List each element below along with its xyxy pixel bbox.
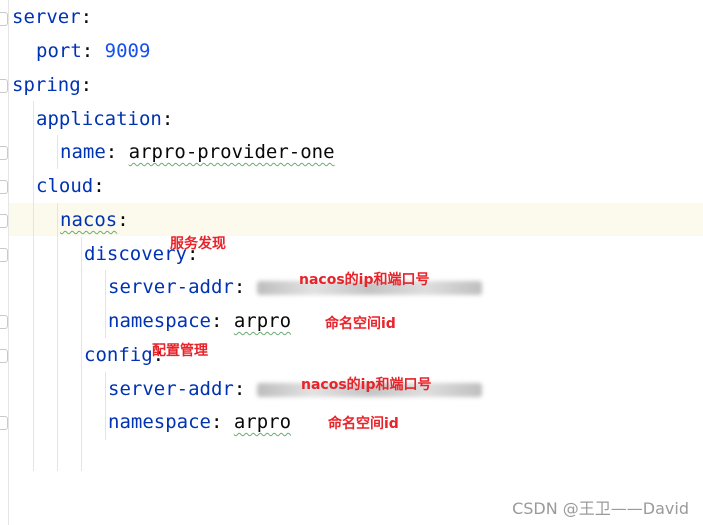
yaml-colon: :: [233, 276, 257, 298]
code-line[interactable]: server:: [12, 1, 92, 34]
yaml-colon: :: [210, 411, 234, 433]
fold-marker-discovery[interactable]: [0, 248, 8, 262]
yaml-key: server: [12, 6, 81, 28]
code-line[interactable]: nacos:: [60, 204, 129, 237]
yaml-colon: :: [161, 108, 174, 130]
watermark: CSDN @王卫——David: [512, 499, 689, 518]
yaml-key: namespace: [108, 411, 211, 433]
yaml-key: server-addr: [108, 276, 234, 298]
yaml-colon: :: [80, 6, 93, 28]
indent-guide: [57, 203, 58, 471]
annotation-nacos-ip-port: nacos的ip和端口号: [301, 377, 432, 393]
yaml-key: server-addr: [108, 378, 234, 400]
code-line[interactable]: name: arpro-provider-one: [60, 136, 335, 169]
yaml-value: 9009: [104, 40, 151, 62]
yaml-key: spring: [12, 74, 81, 96]
fold-marker-server[interactable]: [0, 12, 8, 26]
yaml-key: namespace: [108, 310, 211, 332]
annotation-namespace-id: 命名空间id: [328, 416, 399, 432]
yaml-key: name: [60, 141, 106, 163]
fold-marker-config-end[interactable]: [0, 416, 8, 430]
code-line[interactable]: port: 9009: [36, 35, 150, 68]
yaml-key: config: [84, 344, 153, 366]
yaml-colon: :: [117, 209, 129, 231]
code-line[interactable]: application:: [36, 103, 173, 136]
code-line[interactable]: cloud:: [36, 170, 105, 203]
yaml-key: cloud: [36, 175, 94, 197]
fold-marker-config[interactable]: [0, 349, 8, 363]
fold-marker-cloud[interactable]: [0, 180, 8, 194]
code-line[interactable]: namespace: arpro: [108, 305, 291, 338]
fold-marker-discovery-end[interactable]: [0, 315, 8, 329]
yaml-key: nacos: [60, 209, 118, 231]
indent-guide: [81, 237, 82, 471]
yaml-value: arpro-provider-one: [128, 141, 335, 163]
indent-guide: [105, 270, 106, 338]
yaml-colon: :: [80, 74, 93, 96]
yaml-colon: :: [93, 175, 105, 197]
fold-marker-nacos[interactable]: [0, 214, 8, 228]
yaml-value: arpro: [233, 411, 292, 433]
annotation-nacos-ip-port: nacos的ip和端口号: [299, 272, 430, 288]
indent-guide: [57, 135, 58, 169]
fold-marker-spring[interactable]: [0, 79, 8, 93]
yaml-value: arpro: [233, 310, 292, 332]
code-line[interactable]: namespace: arpro: [108, 406, 291, 439]
yaml-key: port: [36, 40, 82, 62]
yaml-key: application: [36, 108, 162, 130]
fold-marker-application[interactable]: [0, 146, 8, 160]
code-line[interactable]: spring:: [12, 69, 92, 102]
annotation-config-management: 配置管理: [152, 343, 208, 359]
yaml-colon: :: [81, 40, 105, 62]
indent-guide: [105, 372, 106, 440]
indent-guide: [33, 101, 34, 471]
annotation-namespace-id: 命名空间id: [325, 316, 396, 332]
yaml-colon: :: [210, 310, 234, 332]
yaml-colon: :: [233, 378, 257, 400]
yaml-colon: :: [105, 141, 129, 163]
annotation-service-discovery: 服务发现: [170, 236, 226, 252]
